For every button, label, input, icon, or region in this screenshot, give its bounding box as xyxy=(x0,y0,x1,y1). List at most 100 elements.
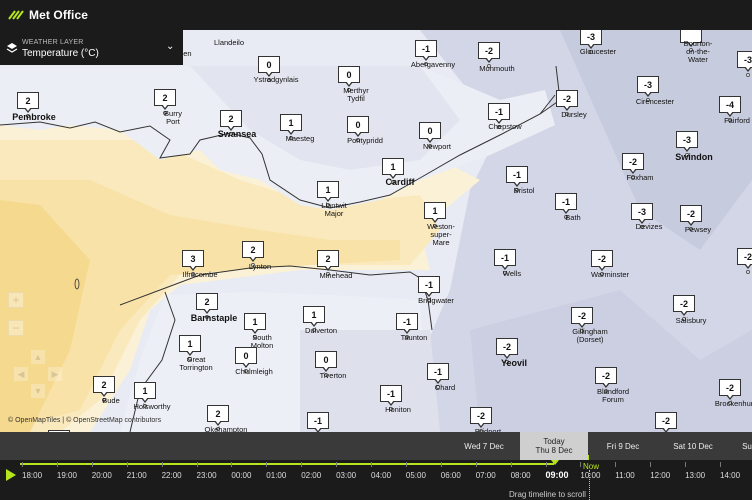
place-label: Gillingham (Dorset) xyxy=(572,327,608,344)
marker-pointer-fill xyxy=(514,181,520,185)
hour-label[interactable]: 21:00 xyxy=(127,471,147,480)
marker-pointer-fill xyxy=(187,350,193,354)
hour-tick xyxy=(720,462,721,467)
hour-label[interactable]: 12:00 xyxy=(650,471,670,480)
hour-tick xyxy=(91,462,93,467)
hour-label[interactable]: 20:00 xyxy=(92,471,112,480)
hour-tick xyxy=(231,462,233,467)
hour-tick xyxy=(580,462,582,467)
map-attribution[interactable]: © OpenMapTiles | © OpenStreetMap contrib… xyxy=(8,417,161,424)
hour-label[interactable]: 07:00 xyxy=(476,471,496,480)
day-label: Wed 7 Dec xyxy=(464,441,504,451)
place-label: Bridgwater xyxy=(418,296,454,305)
hour-label[interactable]: 11:00 xyxy=(615,471,634,480)
place-label: Ilfracombe xyxy=(182,270,218,279)
hour-tick xyxy=(301,462,303,467)
place-label: Chard xyxy=(434,383,456,392)
marker-pointer-fill xyxy=(325,265,331,269)
hour-tick xyxy=(615,462,617,467)
day-tab[interactable]: Wed 7 Dec xyxy=(448,432,520,460)
place-label: Blandford Forum xyxy=(596,387,630,404)
hour-label[interactable]: 01:00 xyxy=(266,471,286,480)
marker-pointer-fill xyxy=(252,328,258,332)
day-tab-today[interactable]: Today Thu 8 Dec xyxy=(520,432,588,460)
place-label: Bridport xyxy=(474,427,502,433)
hour-tick xyxy=(196,462,198,467)
day-label: Su xyxy=(742,441,752,451)
temperature-marker[interactable]: -3 xyxy=(737,51,752,79)
place-label: Gloucester xyxy=(579,47,617,56)
place-label: Newport xyxy=(423,142,451,151)
hour-label[interactable]: 13:00 xyxy=(685,471,705,480)
marker-pointer-fill xyxy=(346,81,352,85)
hour-label[interactable]: 08:00 xyxy=(511,471,531,480)
marker-pointer-fill xyxy=(243,362,249,366)
brand-name[interactable]: Met Office xyxy=(29,8,88,22)
temperature-marker[interactable]: -2 xyxy=(737,248,752,276)
place-label: Merthyr Tydfil xyxy=(343,86,369,103)
marker-pointer-fill xyxy=(323,366,329,370)
timeline-hours[interactable]: Now Drag timeline to scroll 18:00 19:00 20… xyxy=(0,460,752,500)
marker-pointer-fill xyxy=(311,321,317,325)
marker-pointer-fill xyxy=(564,105,570,109)
pan-right-icon[interactable]: ▶ xyxy=(48,367,62,381)
hour-label[interactable]: 14:00 xyxy=(720,471,740,480)
pan-left-icon[interactable]: ◀ xyxy=(14,367,28,381)
hour-tick xyxy=(475,462,477,467)
day-tab[interactable]: Fri 9 Dec xyxy=(588,432,658,460)
hour-label[interactable]: 22:00 xyxy=(162,471,182,480)
layer-value: Temperature (°C) xyxy=(22,48,99,59)
marker-pointer-fill xyxy=(727,111,733,115)
marker-pointer-fill xyxy=(315,427,321,431)
place-label: Brockenhurst xyxy=(714,399,752,408)
place-label: Tiverton xyxy=(319,371,347,380)
hour-label[interactable]: 02:00 xyxy=(301,471,321,480)
day-label: Today xyxy=(543,437,565,446)
place-label: Holsworthy xyxy=(133,402,171,411)
pan-up-icon[interactable]: ▲ xyxy=(31,350,45,364)
place-label: Monmouth xyxy=(479,64,515,73)
temperature-marker[interactable]: -2 xyxy=(655,412,677,432)
hour-tick xyxy=(510,462,512,467)
marker-pointer-fill xyxy=(681,310,687,314)
temperature-marker[interactable]: -1 xyxy=(307,412,329,432)
hour-label[interactable]: 06:00 xyxy=(441,471,461,480)
weather-layer-selector[interactable]: WEATHER LAYER Temperature (°C) ⌄ xyxy=(0,30,183,65)
timeline-days: Wed 7 Dec Today Thu 8 Dec Fri 9 Dec Sat 10 D… xyxy=(0,432,752,460)
marker-pointer-fill xyxy=(630,168,636,172)
marker-pointer-fill xyxy=(727,394,733,398)
weather-map[interactable]: 2 Pembroke 2 Burry Port 2 Swansea 1 Maesteg 0 Pont… xyxy=(0,30,752,432)
hour-label[interactable]: 04:00 xyxy=(371,471,391,480)
hour-label[interactable]: 23:00 xyxy=(197,471,217,480)
hour-label[interactable]: 05:00 xyxy=(406,471,426,480)
hour-label[interactable]: 19:00 xyxy=(57,471,77,480)
day-tab[interactable]: Su xyxy=(740,432,752,460)
hour-label[interactable]: 03:00 xyxy=(336,471,356,480)
marker-pointer-fill xyxy=(663,427,669,431)
play-icon[interactable] xyxy=(6,469,16,481)
place-label: Dursley xyxy=(561,110,587,119)
hour-label[interactable]: 18:00 xyxy=(22,471,42,480)
place-label: Cirencester xyxy=(635,97,675,106)
layer-caption: WEATHER LAYER xyxy=(22,39,84,46)
hour-tick xyxy=(126,462,128,467)
hour-tick xyxy=(22,462,23,467)
place-label: Pembroke xyxy=(12,112,56,122)
place-label: Fairford xyxy=(724,116,750,125)
place-label: Chulmleigh xyxy=(235,367,273,376)
pan-down-icon[interactable]: ▼ xyxy=(31,384,45,398)
temperature-marker[interactable] xyxy=(48,430,70,432)
day-sublabel: Thu 8 Dec xyxy=(535,446,573,455)
zoom-in-button[interactable]: + xyxy=(8,292,24,308)
hour-label[interactable]: 10:00 xyxy=(580,471,600,480)
hour-tick xyxy=(440,462,442,467)
zoom-out-button[interactable]: − xyxy=(8,320,24,336)
chevron-down-icon: ⌄ xyxy=(166,41,175,52)
hour-label[interactable]: 00:00 xyxy=(231,471,251,480)
timeline-handle[interactable] xyxy=(551,460,559,465)
place-label: Llandeilo xyxy=(213,38,245,47)
day-tab[interactable]: Sat 10 Dec xyxy=(658,432,728,460)
marker-pointer-fill xyxy=(684,146,690,150)
hour-label[interactable]: 09:00 xyxy=(546,470,569,480)
marker-pointer-fill xyxy=(325,196,331,200)
